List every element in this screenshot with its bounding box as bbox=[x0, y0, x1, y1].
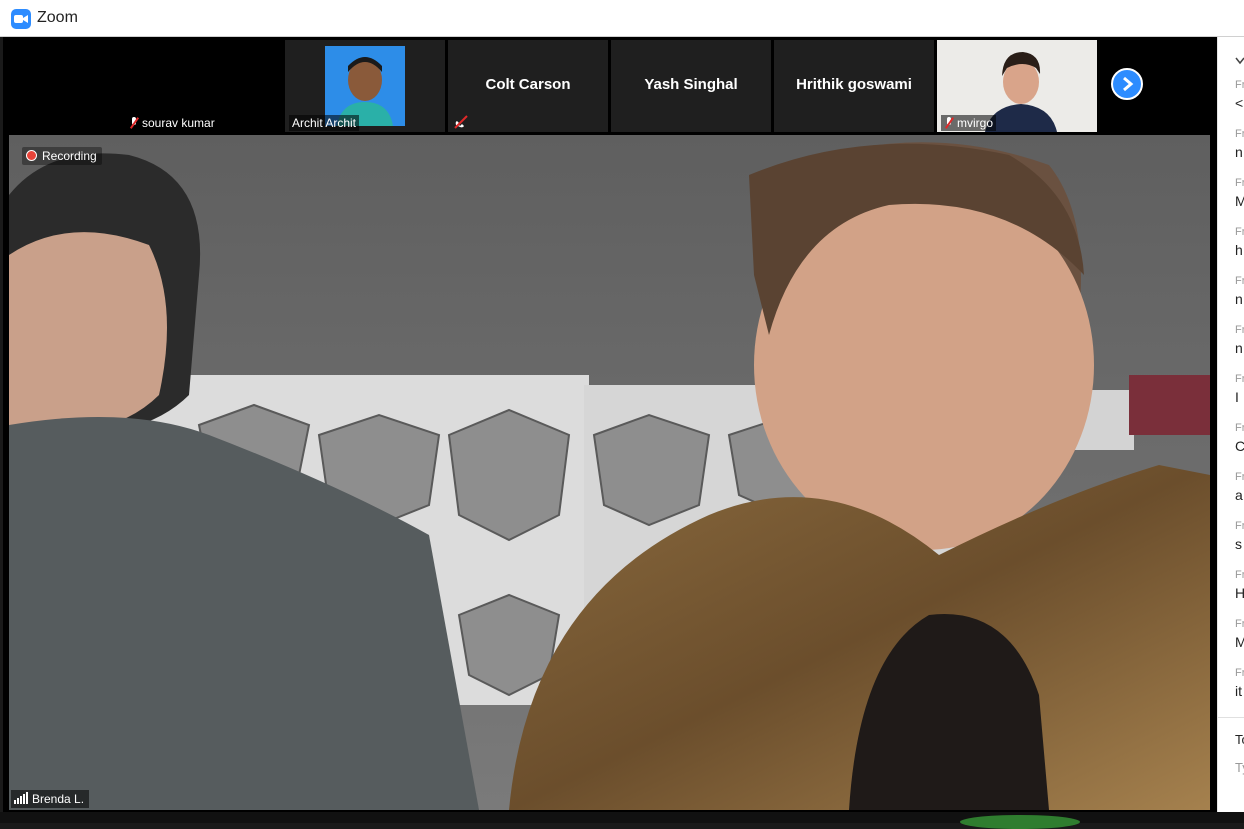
chat-message: s bbox=[1235, 536, 1242, 552]
participant-thumbnail[interactable]: Yash Singhal bbox=[611, 40, 771, 132]
chat-panel: Fr < Fr n Fr M Fr h Fr n Fr n Fr I Fr C … bbox=[1217, 37, 1244, 812]
mic-muted-icon bbox=[944, 116, 954, 129]
chat-sender: Fr bbox=[1235, 128, 1244, 140]
chat-sender: Fr bbox=[1235, 667, 1244, 679]
participant-name-label: Archit Archit bbox=[289, 115, 360, 131]
desktop-background bbox=[960, 815, 1080, 829]
participant-name: Colt Carson bbox=[485, 76, 571, 93]
chat-message: I bbox=[1235, 389, 1239, 405]
chat-sender: Fr bbox=[1235, 324, 1244, 336]
chat-input[interactable]: Ty bbox=[1235, 760, 1244, 775]
chat-message: < bbox=[1235, 95, 1244, 111]
participant-name: Hrithik goswami bbox=[796, 76, 912, 93]
chat-message: H bbox=[1235, 585, 1244, 601]
chat-sender: Fr bbox=[1235, 373, 1244, 385]
chat-sender: Fr bbox=[1235, 618, 1244, 630]
title-bar: Zoom bbox=[0, 0, 1244, 37]
chat-sender: Fr bbox=[1235, 520, 1244, 532]
chat-message: n bbox=[1235, 291, 1243, 307]
recording-dot-icon bbox=[26, 150, 37, 161]
window-title: Zoom bbox=[37, 9, 78, 26]
chevron-down-icon[interactable] bbox=[1235, 57, 1244, 65]
chat-recipient-selector[interactable]: To bbox=[1235, 732, 1244, 747]
speaker-video-frame bbox=[9, 135, 1210, 810]
participant-thumbnail-strip: sourav kumar Archit Archit Colt Carson Y… bbox=[3, 40, 1217, 132]
participant-thumbnail[interactable]: Colt Carson bbox=[448, 40, 608, 132]
recording-indicator: Recording bbox=[22, 147, 102, 165]
participant-thumbnail[interactable]: Archit Archit bbox=[285, 40, 445, 132]
zoom-logo-icon bbox=[11, 9, 31, 29]
chat-sender: Fr bbox=[1235, 471, 1244, 483]
participant-name-label: sourav kumar bbox=[126, 115, 218, 131]
mic-muted-icon bbox=[129, 116, 139, 129]
next-page-button[interactable] bbox=[1111, 68, 1143, 100]
active-speaker-video: Recording Brenda L. bbox=[9, 135, 1210, 810]
chat-message: M bbox=[1235, 193, 1244, 209]
chat-message: n bbox=[1235, 144, 1243, 160]
chat-sender: Fr bbox=[1235, 275, 1244, 287]
chat-message: h bbox=[1235, 242, 1243, 258]
connection-signal-icon bbox=[14, 792, 28, 804]
chat-divider bbox=[1218, 717, 1244, 718]
participant-name-label: mvirgo bbox=[941, 115, 997, 131]
chat-sender: Fr bbox=[1235, 79, 1244, 91]
chat-sender: Fr bbox=[1235, 422, 1244, 434]
chat-sender: Fr bbox=[1235, 226, 1244, 238]
participant-thumbnail[interactable]: sourav kumar bbox=[122, 40, 282, 132]
participant-name: Yash Singhal bbox=[644, 76, 738, 93]
chat-message: n bbox=[1235, 340, 1243, 356]
chat-sender: Fr bbox=[1235, 569, 1244, 581]
chevron-right-icon bbox=[1123, 76, 1134, 92]
chat-message: C bbox=[1235, 438, 1244, 454]
chat-message: it bbox=[1235, 683, 1242, 699]
chat-message: a bbox=[1235, 487, 1243, 503]
meeting-area: sourav kumar Archit Archit Colt Carson Y… bbox=[3, 37, 1217, 812]
participant-thumbnail[interactable]: Hrithik goswami bbox=[774, 40, 934, 132]
chat-message: M bbox=[1235, 634, 1244, 650]
bottom-strip bbox=[0, 812, 1244, 829]
participant-thumbnail[interactable]: mvirgo bbox=[937, 40, 1097, 132]
phone-disconnected-icon bbox=[454, 115, 468, 129]
chat-sender: Fr bbox=[1235, 177, 1244, 189]
active-speaker-name-label: Brenda L. bbox=[11, 790, 90, 808]
